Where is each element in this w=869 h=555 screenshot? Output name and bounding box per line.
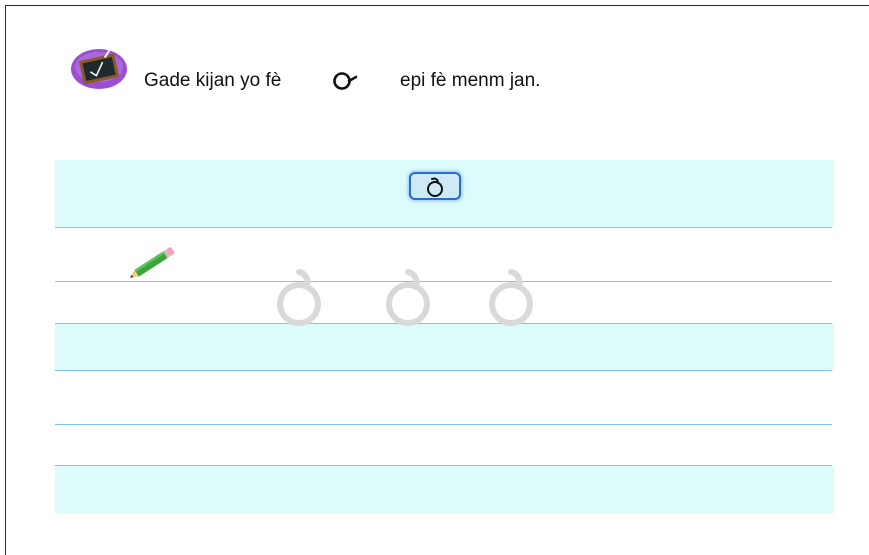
descender-band <box>55 466 834 513</box>
instruction-text: Gade kijan yo fè <box>144 70 282 91</box>
handwriting-sheet <box>55 160 834 513</box>
trace-letter-glyph <box>384 266 436 326</box>
instruction-text-continued: epi fè menm jan. <box>400 70 541 91</box>
chalkboard-check-icon <box>70 47 128 91</box>
pencil-icon <box>123 244 179 284</box>
guide-line <box>55 227 832 228</box>
loop-stroke-glyph <box>330 66 358 94</box>
trace-letter-glyph <box>487 266 539 326</box>
descender-band <box>55 324 834 370</box>
model-letter-glyph <box>427 177 443 197</box>
model-letter-button[interactable] <box>409 172 461 200</box>
trace-letter-glyph <box>275 266 327 326</box>
guide-line <box>55 370 832 371</box>
guide-line <box>55 424 832 425</box>
